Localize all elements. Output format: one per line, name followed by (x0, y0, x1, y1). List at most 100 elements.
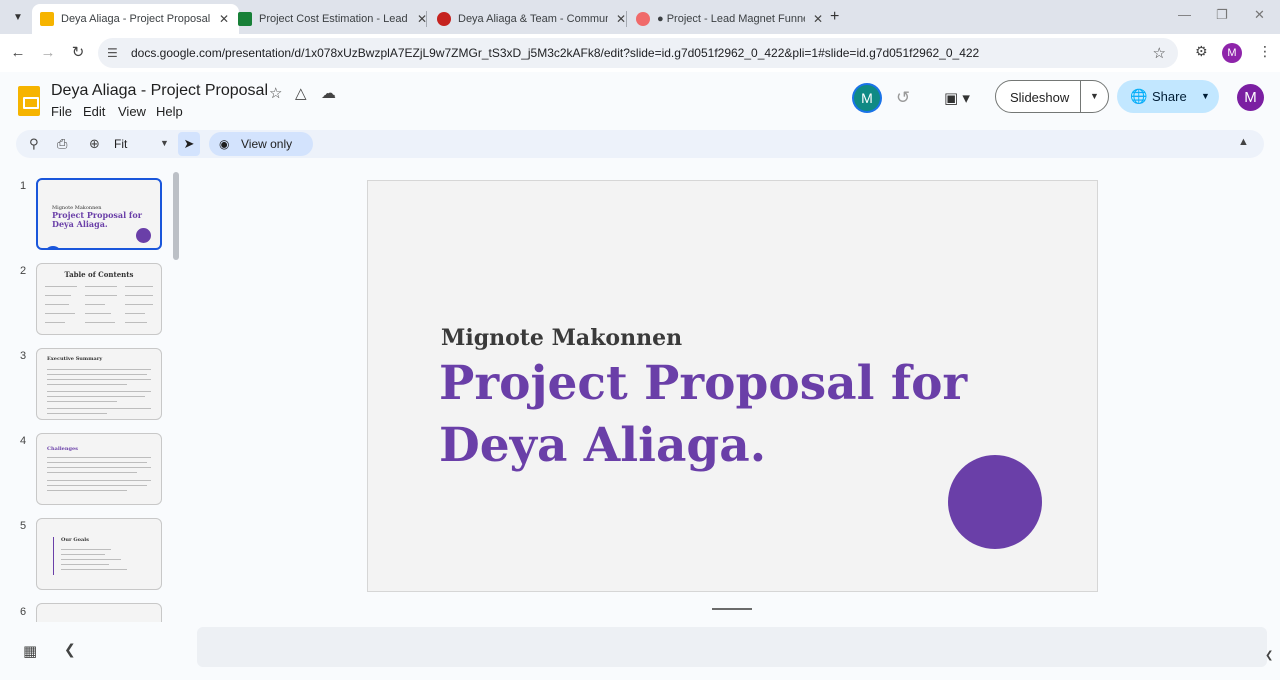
view-only-button[interactable]: ◉ View only (209, 132, 313, 156)
menu-help[interactable]: Help (156, 104, 183, 119)
slides-logo-icon[interactable] (18, 86, 40, 116)
thumb-text-line (45, 286, 77, 287)
slide-filmstrip[interactable]: 1 Mignote Makonnen Project Proposal for … (0, 170, 182, 622)
slide-canvas[interactable]: Mignote Makonnen Project Proposal for De… (367, 180, 1098, 592)
version-history-icon[interactable]: ↺ (896, 88, 910, 108)
new-tab-plus-icon[interactable]: + (830, 8, 839, 26)
share-button[interactable]: 🌐 Share ▼ (1117, 80, 1219, 113)
move-to-drive-icon[interactable]: △ (295, 84, 307, 102)
extensions-icon[interactable]: ⚙ (1195, 43, 1208, 60)
url-text: docs.google.com/presentation/d/1x078xUzB… (131, 46, 980, 60)
slide-thumbnail-2[interactable]: Table of Contents (36, 263, 162, 335)
forward-arrow-icon[interactable]: → (38, 43, 58, 63)
speaker-notes-resize-handle[interactable] (712, 608, 752, 610)
chevron-down-icon[interactable]: ▼ (1201, 91, 1210, 101)
chevron-down-icon[interactable]: ▼ (1090, 91, 1099, 101)
bookmark-star-icon[interactable]: ☆ (1153, 44, 1166, 62)
reload-icon[interactable]: ↻ (68, 43, 88, 63)
zoom-icon[interactable]: ⊕ (89, 136, 100, 152)
thumb-text-line (61, 554, 105, 555)
thumb-text-line (47, 490, 127, 491)
browser-tab-strip: ▼ Deya Aliaga - Project Proposal ✕ Proje… (0, 0, 1280, 34)
thumb-heading: Table of Contents (64, 270, 134, 279)
menu-file[interactable]: File (51, 104, 72, 119)
menu-edit[interactable]: Edit (83, 104, 105, 119)
filmstrip-scrollbar[interactable] (173, 172, 179, 260)
speaker-notes-area[interactable] (197, 627, 1267, 667)
thumb-text-line (47, 391, 151, 392)
window-close-icon[interactable]: ✕ (1254, 7, 1265, 23)
slides-favicon-icon (40, 12, 54, 26)
slideshow-button[interactable]: Slideshow ▼ (995, 80, 1109, 113)
thumb-text-line (125, 286, 153, 287)
thumb-text-line (85, 313, 111, 314)
zoom-select[interactable]: Fit (114, 137, 127, 151)
slide-thumbnail-6[interactable] (36, 603, 162, 622)
tab-search-chevron-icon[interactable]: ▼ (8, 7, 28, 27)
thumb-text-line (125, 304, 153, 305)
address-bar[interactable]: ☰ docs.google.com/presentation/d/1x078xU… (98, 38, 1178, 68)
thumb-text-line (47, 384, 127, 385)
slide-title-line-1: Project Proposal for (439, 356, 968, 411)
thumb-text-line (45, 313, 75, 314)
browser-profile-avatar[interactable]: M (1222, 43, 1242, 63)
browser-tab-lead-magnet[interactable]: ● Project - Lead Magnet Funnel ✕ (628, 4, 833, 34)
cloud-saved-icon[interactable]: ☁ (321, 84, 336, 102)
thumb-text-line (125, 322, 147, 323)
thumb-accent-bar (53, 537, 54, 575)
thumb-circle (136, 228, 151, 243)
site-settings-icon[interactable]: ☰ (107, 46, 118, 60)
app-favicon-icon (437, 12, 451, 26)
slide-number: 6 (20, 606, 27, 618)
slide-thumbnail-4[interactable]: Challenges (36, 433, 162, 505)
tab-title: Deya Aliaga & Team - Communi (458, 13, 608, 25)
minimize-icon[interactable]: — (1178, 7, 1191, 22)
search-icon[interactable]: ⚲ (29, 136, 39, 152)
thumb-text-line (47, 379, 151, 380)
presentation-title[interactable]: Deya Aliaga - Project Proposal (51, 82, 268, 100)
star-icon[interactable]: ☆ (269, 84, 282, 102)
close-tab-icon[interactable]: ✕ (811, 12, 825, 26)
thumb-text-line (47, 374, 147, 375)
browser-menu-icon[interactable]: ⋮ (1258, 43, 1272, 60)
meet-camera-icon[interactable]: ▣ ▾ (944, 89, 974, 107)
thumb-text-line (47, 401, 117, 402)
restore-icon[interactable]: ❐ (1216, 7, 1228, 23)
browser-navigation-bar: ← → ↻ ☰ docs.google.com/presentation/d/1… (0, 34, 1280, 72)
account-avatar[interactable]: M (1237, 84, 1264, 111)
decorative-circle (948, 455, 1042, 549)
tab-title: ● Project - Lead Magnet Funnel (657, 13, 805, 25)
back-arrow-icon[interactable]: ← (8, 43, 28, 63)
select-pointer-icon[interactable]: ➤ (178, 132, 200, 156)
thumb-text-line (45, 304, 69, 305)
slide-thumbnail-3[interactable]: Executive Summary (36, 348, 162, 420)
asana-favicon-icon (636, 12, 650, 26)
thumb-heading: Challenges (47, 446, 78, 452)
slide-number: 5 (20, 520, 27, 532)
collapse-filmstrip-chevron-icon[interactable]: ❮ (64, 641, 76, 658)
side-panel-toggle-icon[interactable]: ❮ (1265, 650, 1273, 661)
chevron-down-icon[interactable]: ▼ (160, 138, 169, 148)
slide-number: 1 (20, 180, 27, 192)
thumb-text-line (47, 457, 151, 458)
thumb-text-line (47, 413, 107, 414)
collaborator-avatar[interactable]: M (854, 85, 880, 111)
thumb-title: Project Proposal for Deya Aliaga. (52, 210, 142, 229)
thumb-text-line (47, 462, 147, 463)
thumb-text-line (85, 295, 117, 296)
slide-thumbnail-5[interactable]: Our Goals (36, 518, 162, 590)
tab-title: Deya Aliaga - Project Proposal (61, 13, 211, 25)
button-divider (1080, 81, 1081, 112)
print-icon[interactable]: ⎙ (57, 136, 67, 152)
grid-view-icon[interactable]: ▦ (23, 642, 37, 660)
close-tab-icon[interactable]: ✕ (217, 12, 231, 26)
thumb-text-line (85, 304, 105, 305)
slide-thumbnail-1[interactable]: Mignote Makonnen Project Proposal for De… (36, 178, 162, 250)
thumb-text-line (47, 396, 145, 397)
chevron-up-icon[interactable]: ▲ (1238, 136, 1249, 148)
browser-tab-communication[interactable]: Deya Aliaga & Team - Communi ✕ (429, 4, 636, 34)
menu-view[interactable]: View (118, 104, 146, 119)
browser-tab-cost-estimation[interactable]: Project Cost Estimation - Lead M ✕ (230, 4, 437, 34)
thumb-text-line (45, 322, 65, 323)
browser-tab-project-proposal[interactable]: Deya Aliaga - Project Proposal ✕ (32, 4, 239, 34)
